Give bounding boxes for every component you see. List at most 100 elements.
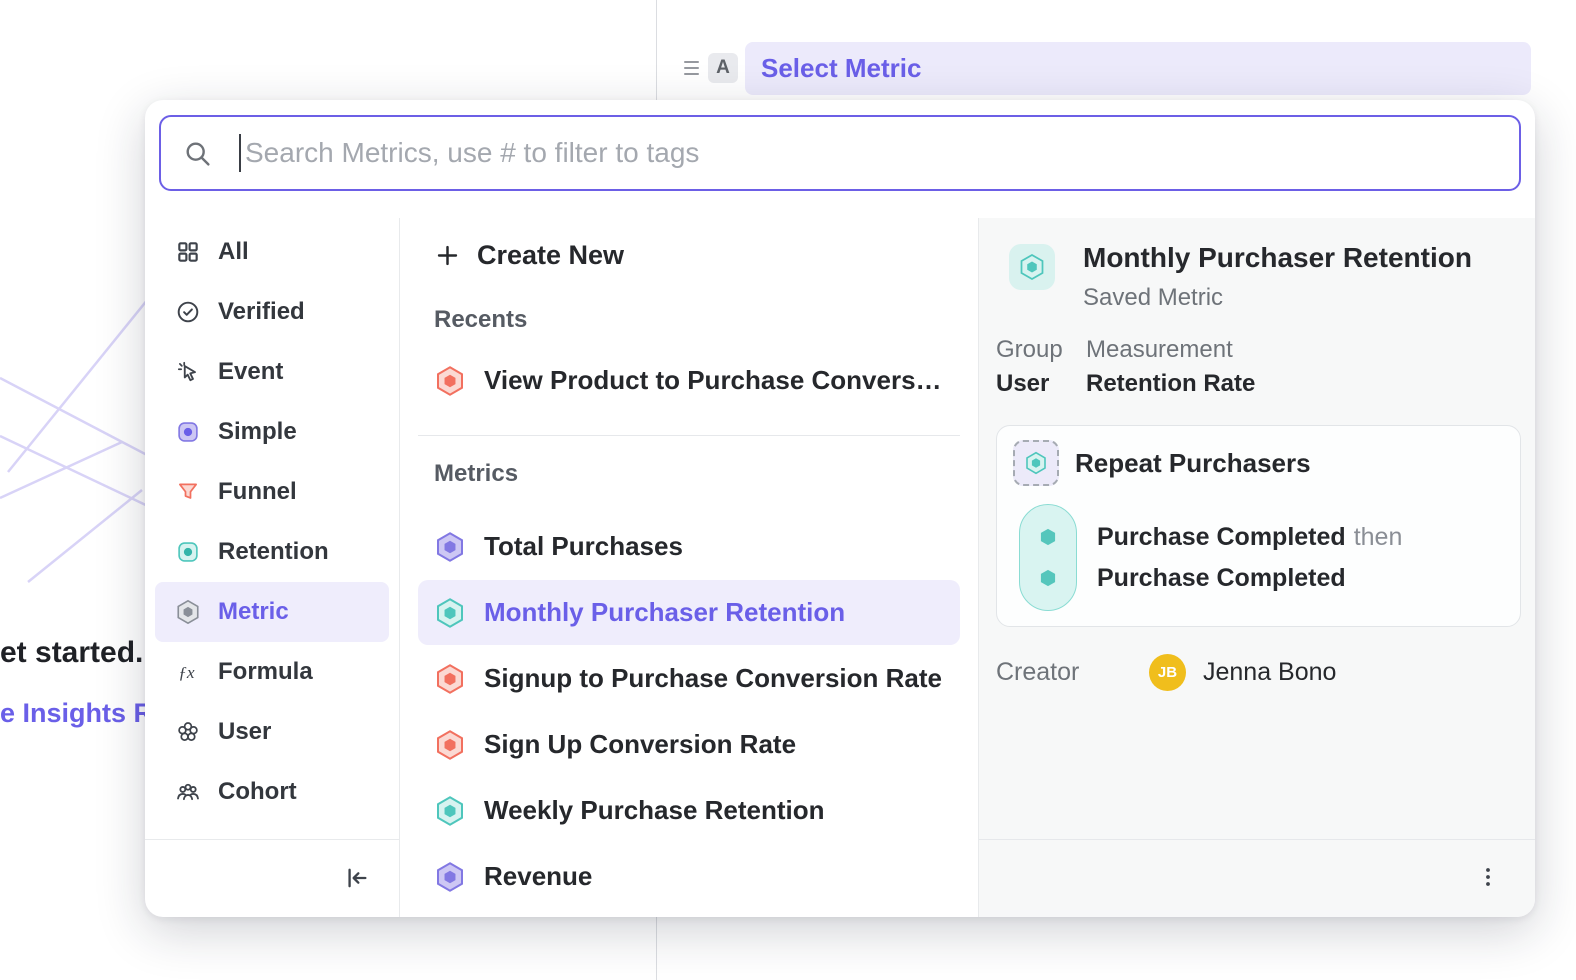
sidebar-item-simple[interactable]: Simple	[155, 402, 389, 462]
background-insights-link[interactable]: e Insights Re	[0, 698, 168, 729]
collapse-sidebar-button[interactable]	[339, 861, 373, 895]
teal-hexagon-metric-icon	[434, 597, 466, 629]
step-conjunction: then	[1354, 523, 1403, 551]
select-metric-label: Select Metric	[761, 53, 921, 84]
sidebar-item-label: Formula	[218, 658, 313, 686]
red-hexagon-metric-icon	[434, 663, 466, 695]
sidebar-item-label: Funnel	[218, 478, 297, 506]
sidebar-item-label: Event	[218, 358, 283, 386]
svg-text:ƒx: ƒx	[178, 663, 195, 682]
group-value: User	[996, 370, 1086, 398]
metric-item-label: View Product to Purchase Conversi...	[484, 365, 944, 396]
select-metric-button[interactable]: Select Metric	[745, 42, 1531, 95]
creator-name: Jenna Bono	[1203, 658, 1336, 687]
behavior-title: Repeat Purchasers	[1075, 448, 1311, 479]
metric-detail-panel: Monthly Purchaser Retention Saved Metric…	[978, 218, 1535, 917]
create-new-label: Create New	[477, 240, 624, 271]
sidebar-item-retention[interactable]: Retention	[155, 522, 389, 582]
search-input[interactable]	[241, 137, 1497, 169]
event-icon	[175, 359, 201, 385]
modal-content: All Verified Event Simple Funnel Retention Met…	[145, 218, 1535, 917]
sidebar-item-user[interactable]: User	[155, 702, 389, 762]
metric-list-item[interactable]: Revenue	[418, 844, 960, 909]
kebab-menu-icon	[1476, 865, 1500, 889]
sidebar-item-funnel[interactable]: Funnel	[155, 462, 389, 522]
event-hexagon-icon	[1038, 527, 1058, 547]
metric-picker-modal: All Verified Event Simple Funnel Retention Met…	[145, 100, 1535, 917]
sidebar-item-event[interactable]: Event	[155, 342, 389, 402]
detail-metric-title: Monthly Purchaser Retention	[1083, 242, 1472, 274]
sidebar-item-label: Metric	[218, 598, 289, 626]
metric-item-label: Total Purchases	[484, 531, 683, 562]
sidebar-item-metric[interactable]: Metric	[155, 582, 389, 642]
section-header-metrics: Metrics	[434, 460, 944, 488]
metric-search-bar[interactable]	[159, 115, 1521, 191]
sidebar-item-label: Simple	[218, 418, 297, 446]
red-hexagon-metric-icon	[434, 365, 466, 397]
section-header-recents: Recents	[434, 306, 944, 334]
simple-icon	[175, 419, 201, 445]
drag-handle-icon[interactable]	[684, 61, 699, 75]
step-2-event: Purchase Completed	[1097, 564, 1346, 592]
retention-icon	[175, 539, 201, 565]
metric-item-label: Weekly Purchase Retention	[484, 795, 825, 826]
all-icon	[175, 239, 201, 265]
creator-label: Creator	[996, 658, 1079, 687]
event-hexagon-icon	[1038, 568, 1058, 588]
detail-header: Monthly Purchaser Retention Saved Metric	[1009, 242, 1472, 312]
metric-item-label: Monthly Purchaser Retention	[484, 597, 845, 628]
behavior-icon-box	[1013, 440, 1059, 486]
user-icon	[175, 719, 201, 745]
behavior-step-2: Purchase Completed	[1097, 564, 1346, 593]
metric-list-item[interactable]: Weekly Purchase Retention	[418, 778, 960, 843]
detail-meta-grid: Group Measurement User Retention Rate	[996, 336, 1255, 398]
metric-list-item[interactable]: Sign Up Conversion Rate	[418, 712, 960, 777]
retention-metric-icon	[1009, 244, 1055, 290]
metric-list-panel: Create New Recents View Product to Purcha…	[400, 218, 978, 917]
detail-title-block: Monthly Purchaser Retention Saved Metric	[1083, 242, 1472, 312]
creator-avatar: JB	[1149, 654, 1186, 691]
sidebar-item-verified[interactable]: Verified	[155, 282, 389, 342]
metric-list-item[interactable]: Signup to Purchase Conversion Rate	[418, 646, 960, 711]
sidebar-item-all[interactable]: All	[155, 222, 389, 282]
metric-item-label: Signup to Purchase Conversion Rate	[484, 663, 942, 694]
background-heading-text: et started.	[0, 636, 143, 670]
behavior-definition-card: Repeat Purchasers Purchase Completedthen…	[996, 425, 1521, 627]
red-hexagon-metric-icon	[434, 729, 466, 761]
formula-icon: ƒx	[175, 659, 201, 685]
metric-list-item[interactable]: View Product to Purchase Conversi...	[418, 348, 960, 413]
sidebar-item-label: Retention	[218, 538, 329, 566]
metric-sections: Recents View Product to Purchase Conversi…	[418, 306, 960, 909]
create-new-button[interactable]: Create New	[418, 230, 960, 280]
sidebar-item-cohort[interactable]: Cohort	[155, 762, 389, 822]
metric-list-item[interactable]: Total Purchases	[418, 514, 960, 579]
metric-icon	[175, 599, 201, 625]
metric-item-label: Sign Up Conversion Rate	[484, 729, 796, 760]
group-label: Group	[996, 336, 1086, 364]
funnel-icon	[175, 479, 201, 505]
sidebar-item-label: Verified	[218, 298, 305, 326]
verified-icon	[175, 299, 201, 325]
metric-item-label: Revenue	[484, 861, 592, 892]
metric-header-row: A Select Metric	[684, 40, 1531, 96]
cohort-icon	[175, 779, 201, 805]
measurement-value: Retention Rate	[1086, 370, 1255, 398]
sidebar-item-formula[interactable]: ƒx Formula	[155, 642, 389, 702]
metric-list-item[interactable]: Monthly Purchaser Retention	[418, 580, 960, 645]
behavior-step-1: Purchase Completedthen	[1097, 523, 1402, 552]
sidebar-item-label: Cohort	[218, 778, 297, 806]
sidebar-filter-list: All Verified Event Simple Funnel Retention Met…	[145, 222, 399, 822]
detail-metric-subtitle: Saved Metric	[1083, 284, 1472, 312]
more-options-button[interactable]	[1472, 861, 1504, 893]
detail-footer-divider	[979, 839, 1535, 840]
search-icon	[183, 139, 212, 168]
teal-hexagon-metric-icon	[434, 795, 466, 827]
collapse-left-icon	[342, 864, 370, 892]
sidebar-item-label: All	[218, 238, 249, 266]
purple-hexagon-metric-icon	[434, 861, 466, 893]
teal-hexagon-icon	[1024, 451, 1048, 475]
purple-hexagon-metric-icon	[434, 531, 466, 563]
event-sequence-pill	[1019, 504, 1077, 611]
list-section-divider	[418, 435, 960, 436]
metrics-list: Total Purchases Monthly Purchaser Retenti…	[418, 514, 960, 909]
